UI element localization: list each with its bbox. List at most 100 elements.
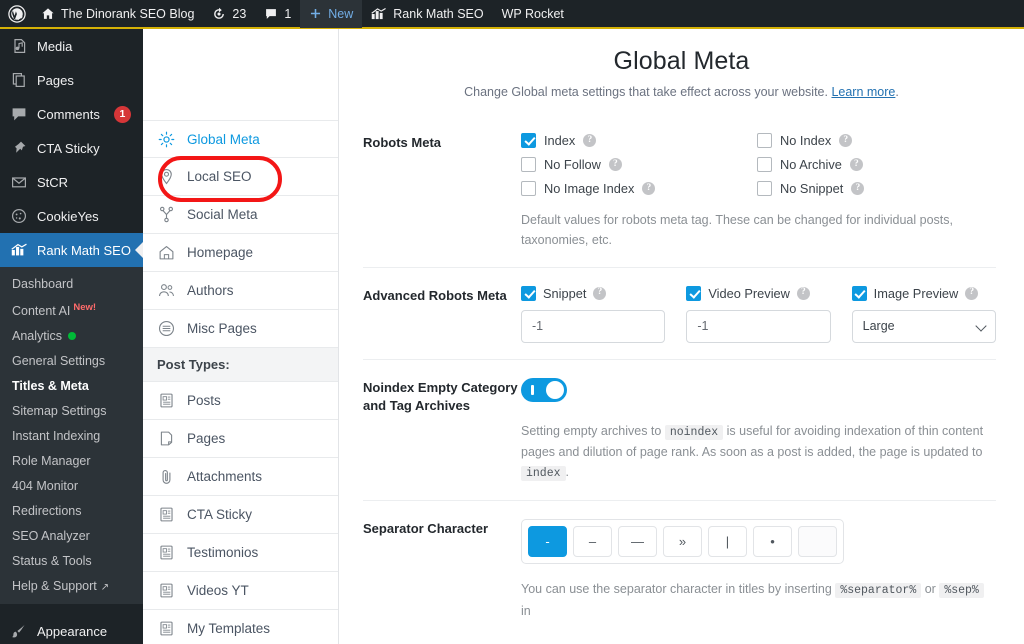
noindex-empty-toggle[interactable] (521, 377, 567, 402)
submenu-item-titles-meta[interactable]: Titles & Meta (0, 373, 143, 398)
sidebar-item-cookieyes[interactable]: CookieYes (0, 199, 143, 233)
sidebar-item-cta-sticky[interactable]: CTA Sticky (0, 131, 143, 165)
sidebar-item-appearance[interactable]: Appearance (0, 614, 143, 644)
submenu-item-content-ai[interactable]: Content AI New! (0, 296, 143, 323)
comments-badge: 1 (113, 105, 131, 123)
submenu-item-redirections[interactable]: Redirections (0, 498, 143, 523)
checkbox-no-index[interactable] (757, 133, 772, 148)
checkbox-no-archive[interactable] (757, 157, 772, 172)
video-preview-header[interactable]: Video Preview ? (686, 285, 830, 301)
tab-homepage[interactable]: Homepage (143, 234, 338, 272)
submenu-item-role-manager[interactable]: Role Manager (0, 448, 143, 473)
tab-global-meta[interactable]: Global Meta (143, 120, 338, 158)
robots-meta-label: Robots Meta (363, 135, 441, 150)
checkbox-image-preview[interactable] (851, 285, 867, 301)
share-icon (157, 205, 176, 224)
separator-option-custom-input[interactable] (798, 526, 837, 557)
checkbox-item-no-index[interactable]: No Index ? (757, 133, 996, 148)
tab-videos-yt[interactable]: Videos YT (143, 572, 338, 610)
checkbox-item-no-image-index[interactable]: No Image Index ? (521, 181, 757, 196)
separator-hint-code2: %sep% (939, 583, 984, 598)
separator-hint-or: or (924, 582, 936, 596)
checkbox-item-no-follow[interactable]: No Follow ? (521, 157, 757, 172)
tab-posts[interactable]: Posts (143, 382, 338, 420)
separator-option-pipe[interactable]: | (708, 526, 747, 557)
tab-local-seo[interactable]: Local SEO (143, 158, 338, 196)
help-icon[interactable]: ? (593, 286, 607, 300)
wp-rocket-button[interactable]: WP Rocket (493, 0, 573, 28)
submenu-item-404-monitor[interactable]: 404 Monitor (0, 473, 143, 498)
image-preview-header[interactable]: Image Preview ? (851, 285, 996, 301)
learn-more-link[interactable]: Learn more (831, 85, 895, 99)
submenu-item-help-support[interactable]: Help & Support ↗ (0, 573, 143, 598)
checkbox-no-image-index[interactable] (521, 181, 536, 196)
submenu-item-sitemap-settings[interactable]: Sitemap Settings (0, 398, 143, 423)
tab-label-local-seo: Local SEO (187, 169, 252, 184)
tab-testimonios[interactable]: Testimonios (143, 534, 338, 572)
separator-option-guillemet[interactable]: » (663, 526, 702, 557)
external-link-icon: ↗ (100, 581, 110, 593)
help-icon[interactable]: ? (642, 182, 656, 195)
setting-row-separator-character: Separator Character - – — » | • You can … (363, 501, 996, 637)
tab-my-templates[interactable]: My Templates (143, 610, 338, 644)
submenu-item-seo-analyzer[interactable]: SEO Analyzer (0, 523, 143, 548)
checkbox-item-no-snippet[interactable]: No Snippet ? (757, 181, 996, 196)
tab-label-posts: Posts (187, 393, 221, 408)
sidebar-item-media[interactable]: Media (0, 29, 143, 63)
help-icon[interactable]: ? (796, 286, 810, 300)
tab-label-authors: Authors (187, 283, 234, 298)
checkbox-index[interactable] (521, 133, 536, 148)
noindex-hint-code2: index (521, 466, 566, 482)
sidebar-item-comments[interactable]: Comments 1 (0, 97, 143, 131)
submenu-item-general-settings[interactable]: General Settings (0, 348, 143, 373)
video-preview-input[interactable] (686, 309, 831, 343)
new-content-button[interactable]: New (300, 0, 363, 28)
tab-misc-pages[interactable]: Misc Pages (143, 310, 338, 348)
checkbox-item-index[interactable]: Index ? (521, 133, 757, 148)
checkbox-no-snippet[interactable] (757, 181, 772, 196)
separator-option-bullet[interactable]: • (753, 526, 792, 557)
help-icon[interactable]: ? (849, 158, 863, 171)
sidebar-item-rank-math-seo[interactable]: Rank Math SEO (0, 233, 143, 267)
adminbar-rank-math-button[interactable]: Rank Math SEO (362, 0, 492, 28)
tab-social-meta[interactable]: Social Meta (143, 196, 338, 234)
tab-attachments[interactable]: Attachments (143, 458, 338, 496)
tab-group-post-types: Post Types: (143, 348, 338, 382)
advanced-robots-meta-field: Snippet ? Video Preview ? (521, 285, 996, 343)
sidebar-item-stcr[interactable]: StCR (0, 165, 143, 199)
help-icon[interactable]: ? (965, 286, 979, 300)
submenu-item-analytics[interactable]: Analytics (0, 323, 143, 348)
submenu-item-status-tools[interactable]: Status & Tools (0, 548, 143, 573)
image-preview-select-wrap: Large (851, 309, 996, 343)
sidebar-label-appearance: Appearance (37, 623, 108, 639)
checkbox-video-preview[interactable] (686, 285, 702, 301)
comments-button[interactable]: 1 (255, 0, 300, 28)
tab-authors[interactable]: Authors (143, 272, 338, 310)
updates-button[interactable]: 23 (203, 0, 255, 28)
help-icon[interactable]: ? (583, 134, 597, 147)
checkbox-snippet[interactable] (521, 285, 536, 301)
separator-option-hyphen[interactable]: - (528, 526, 567, 557)
submenu-label-sitemap-settings: Sitemap Settings (12, 403, 107, 418)
wordpress-logo-button[interactable] (0, 0, 32, 28)
separator-option-em-dash[interactable]: — (618, 526, 657, 557)
image-preview-select[interactable]: Large (851, 309, 996, 343)
tab-cta-sticky[interactable]: CTA Sticky (143, 496, 338, 534)
wp-admin-bar: The Dinorank SEO Blog 23 1 New Rank Math… (0, 0, 1024, 29)
help-icon[interactable]: ? (839, 134, 853, 147)
sidebar-item-pages[interactable]: Pages (0, 63, 143, 97)
tab-pages[interactable]: Pages (143, 420, 338, 458)
submenu-item-instant-indexing[interactable]: Instant Indexing (0, 423, 143, 448)
help-icon[interactable]: ? (851, 182, 865, 195)
checkbox-label-no-archive: No Archive (780, 157, 842, 172)
snippet-header[interactable]: Snippet ? (521, 285, 665, 301)
submenu-label-analytics: Analytics (12, 328, 63, 343)
snippet-input[interactable] (521, 309, 666, 343)
help-icon[interactable]: ? (608, 158, 622, 171)
separator-option-en-dash[interactable]: – (573, 526, 612, 557)
site-name-button[interactable]: The Dinorank SEO Blog (32, 0, 203, 28)
sidebar-label-media: Media (37, 38, 73, 54)
submenu-item-dashboard[interactable]: Dashboard (0, 271, 143, 296)
checkbox-no-follow[interactable] (521, 157, 536, 172)
checkbox-item-no-archive[interactable]: No Archive ? (757, 157, 996, 172)
